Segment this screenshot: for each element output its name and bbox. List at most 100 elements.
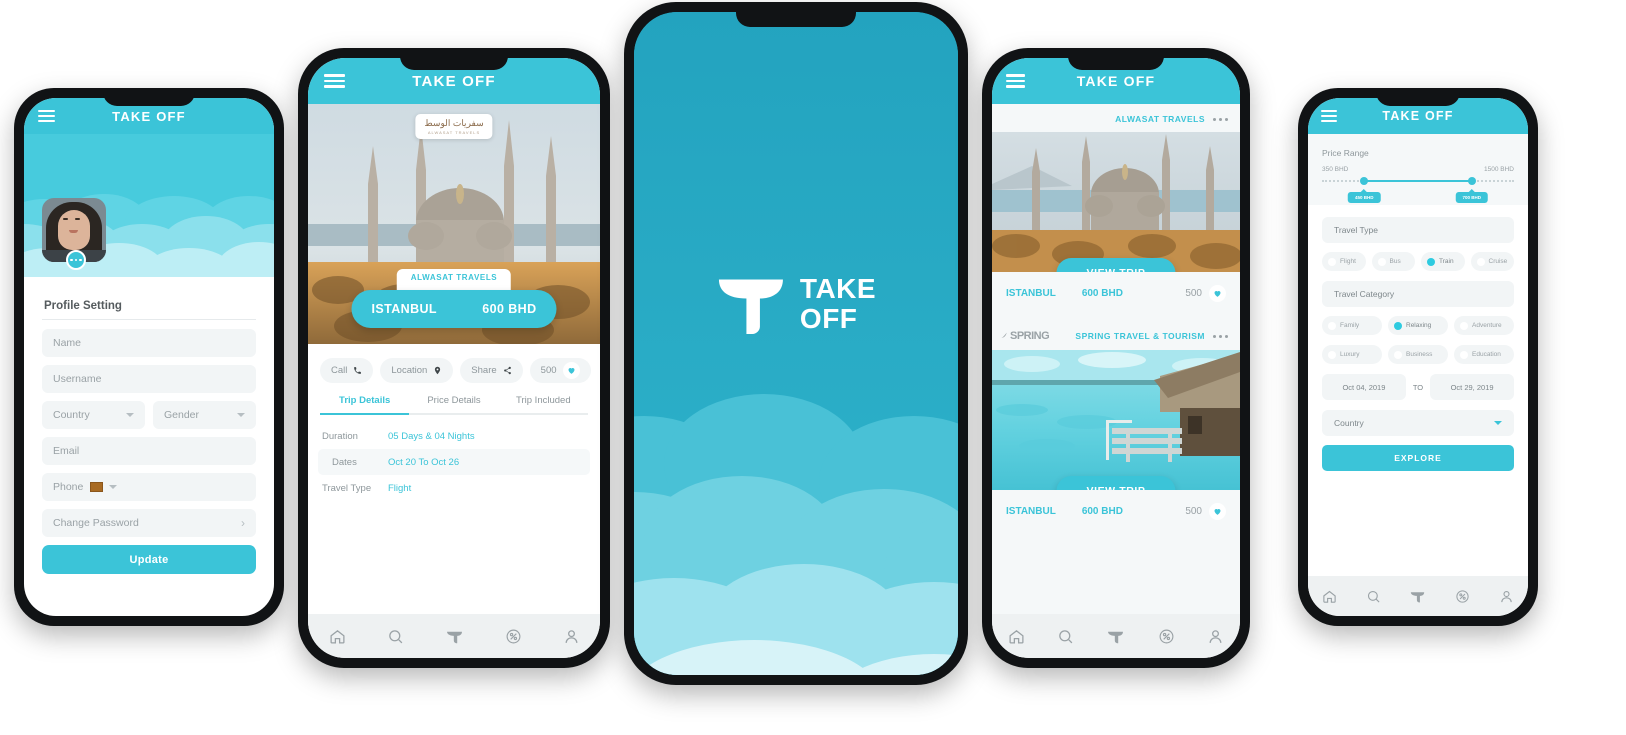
more-options-icon[interactable]	[1213, 334, 1228, 338]
agency-name: ALWASAT TRAVELS	[1115, 114, 1205, 124]
call-button[interactable]: Call	[320, 358, 374, 383]
update-button[interactable]: Update	[42, 545, 256, 574]
country-select[interactable]: Country	[42, 401, 145, 429]
profile-person-icon[interactable]	[1207, 628, 1224, 645]
heart-icon[interactable]	[1209, 285, 1226, 302]
takeoff-logo-icon[interactable]	[445, 628, 464, 645]
offers-percent-icon[interactable]	[505, 628, 522, 645]
offers-percent-icon[interactable]	[1158, 628, 1175, 645]
tab-price-details[interactable]: Price Details	[409, 395, 499, 415]
view-trip-button[interactable]: VIEW TRIP	[1056, 258, 1176, 272]
trip-card[interactable]: ALWASAT TRAVELS ISTANBUL 600 BHD 500	[992, 106, 1240, 312]
takeoff-logo-icon[interactable]	[1106, 628, 1125, 645]
email-field[interactable]: Email	[42, 437, 256, 465]
card-meta: ISTANBUL 600 BHD 500	[992, 490, 1240, 530]
likes-button[interactable]: 500	[529, 358, 591, 383]
name-field[interactable]: Name	[42, 329, 256, 357]
menu-hamburger-icon[interactable]	[324, 74, 345, 88]
tab-trip-details[interactable]: Trip Details	[320, 395, 410, 415]
radio-education[interactable]: Education	[1454, 345, 1514, 364]
radio-relaxing[interactable]: Relaxing	[1388, 316, 1448, 335]
home-icon[interactable]	[1322, 589, 1337, 604]
more-options-icon[interactable]	[1213, 117, 1228, 121]
menu-hamburger-icon[interactable]	[1321, 110, 1337, 122]
search-icon[interactable]	[1366, 589, 1381, 604]
radio-label: Luxury	[1340, 351, 1360, 358]
price-range-slider[interactable]: 450 BHD 700 BHD	[1322, 177, 1514, 203]
username-field[interactable]: Username	[42, 365, 256, 393]
card-city: ISTANBUL	[1006, 288, 1056, 299]
logo-line-2: OFF	[799, 302, 858, 334]
radio-flight[interactable]: Flight	[1322, 252, 1366, 271]
profile-form: Profile Setting Name Username Country Ge…	[24, 300, 274, 574]
price-range-section: Price Range 350 BHD 1500 BHD 450 BHD 700…	[1308, 134, 1528, 205]
travel-category-options-row1: Family Relaxing Adventure	[1322, 316, 1514, 335]
profile-person-icon[interactable]	[1499, 589, 1514, 604]
gender-select[interactable]: Gender	[153, 401, 256, 429]
agency-name: SPRING TRAVEL & TOURISM	[1075, 331, 1205, 341]
trip-screen: TAKE OFF سفريات الوسط ALWASAT TRAVELS AL…	[308, 58, 600, 658]
phone-field[interactable]: Phone	[42, 473, 256, 501]
menu-hamburger-icon[interactable]	[1006, 74, 1025, 88]
date-to-field[interactable]: Oct 29, 2019	[1430, 374, 1514, 400]
share-button[interactable]: Share	[460, 358, 523, 383]
card-city: ISTANBUL	[1006, 506, 1056, 517]
search-icon[interactable]	[387, 628, 404, 645]
radio-train[interactable]: Train	[1421, 252, 1465, 271]
trip-card[interactable]: SPRING SPRING TRAVEL & TOURISM ISTANBUL …	[992, 322, 1240, 530]
chevron-down-icon	[109, 485, 118, 489]
date-from-field[interactable]: Oct 04, 2019	[1322, 374, 1406, 400]
radio-dot	[1427, 257, 1435, 266]
phone-notch	[1068, 48, 1164, 70]
slider-knob-min[interactable]	[1360, 177, 1369, 185]
avatar-edit-icon[interactable]	[66, 250, 86, 270]
agency-name-arabic: سفريات الوسط	[424, 118, 484, 128]
istanbul-mosque-photo	[992, 132, 1240, 272]
heart-icon[interactable]	[562, 362, 580, 379]
slider-selected-range	[1364, 180, 1472, 182]
change-password-row[interactable]: Change Password ›	[42, 509, 256, 537]
radio-luxury[interactable]: Luxury	[1322, 345, 1382, 364]
divider	[42, 319, 256, 320]
heart-icon[interactable]	[1209, 503, 1226, 520]
offers-percent-icon[interactable]	[1455, 589, 1470, 604]
location-button[interactable]: Location	[380, 358, 454, 383]
radio-label: Family	[1340, 322, 1360, 329]
explore-button[interactable]: EXPLORE	[1322, 445, 1514, 471]
profile-person-icon[interactable]	[563, 628, 580, 645]
card-price: 600 BHD	[1081, 288, 1123, 299]
bottom-navigation	[992, 614, 1240, 658]
radio-label: Train	[1439, 258, 1454, 265]
view-trip-button[interactable]: VIEW TRIP	[1056, 476, 1176, 490]
dates-value: Oct 20 To Oct 26	[388, 456, 460, 468]
radio-bus[interactable]: Bus	[1371, 252, 1415, 271]
tab-trip-included[interactable]: Trip Included	[498, 395, 588, 415]
slider-knob-max[interactable]	[1467, 177, 1476, 185]
radio-business[interactable]: Business	[1388, 345, 1448, 364]
call-label: Call	[331, 365, 348, 376]
search-icon[interactable]	[1057, 628, 1074, 645]
card-header: ALWASAT TRAVELS	[992, 106, 1240, 132]
radio-cruise[interactable]: Cruise	[1470, 252, 1514, 271]
radio-dot	[1476, 257, 1485, 266]
radio-dot	[1460, 350, 1468, 359]
menu-hamburger-icon[interactable]	[38, 110, 55, 122]
agency-name-english: ALWASAT TRAVELS	[427, 130, 481, 135]
country-select[interactable]: Country	[1322, 410, 1514, 436]
agency-logo-badge: سفريات الوسط ALWASAT TRAVELS	[415, 114, 493, 139]
avatar[interactable]	[42, 198, 106, 270]
radio-family[interactable]: Family	[1322, 316, 1382, 335]
radio-label: Relaxing	[1406, 322, 1432, 329]
travel-type-label: Travel Type	[1334, 225, 1378, 235]
radio-label: Business	[1406, 351, 1433, 358]
home-icon[interactable]	[1008, 628, 1025, 645]
card-likes: 500	[1185, 288, 1202, 299]
phone-notch	[1376, 88, 1460, 106]
travel-type-select[interactable]: Travel Type	[1322, 217, 1514, 243]
travel-category-select[interactable]: Travel Category	[1322, 281, 1514, 307]
travel-category-options-row2: Luxury Business Education	[1322, 345, 1514, 364]
radio-adventure[interactable]: Adventure	[1454, 316, 1514, 335]
home-icon[interactable]	[329, 628, 346, 645]
phone-notch	[103, 88, 195, 106]
takeoff-logo-icon[interactable]	[1409, 589, 1426, 604]
